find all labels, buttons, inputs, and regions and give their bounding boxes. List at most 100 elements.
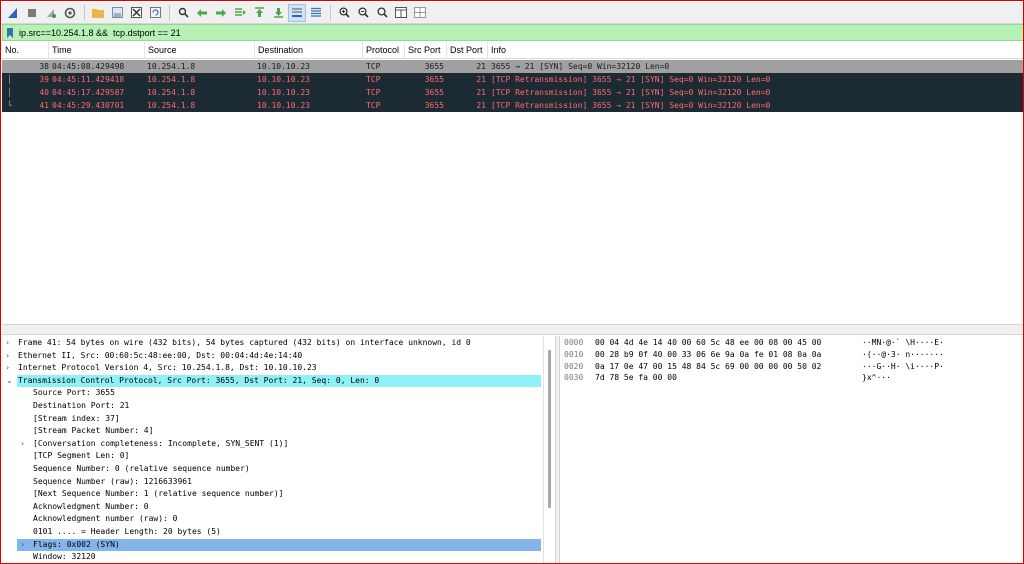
details-scrollbar-thumb[interactable] [548,350,551,508]
packet-row[interactable]: │ 39 04:45:11.429418 10.254.1.8 10.10.10.23 T… [2,73,1023,86]
column-header-destination[interactable]: Destination [255,42,363,59]
detail-tree-item[interactable]: Window: 32120 [2,551,542,563]
column-header-src-port[interactable]: Src Port [405,42,447,59]
detail-tree-item[interactable]: ⌄ Transmission Control Protocol, Src Port… [6,374,541,388]
hex-dump-row[interactable]: 0020 0a 17 0e 47 00 15 48 84 5c 69 00 00 … [560,361,1023,373]
column-header-source[interactable]: Source [145,42,255,59]
shark-fin-icon[interactable] [4,4,22,22]
packet-cell-protocol: TCP [366,101,381,110]
packet-cell-no: 40 [39,88,49,97]
column-header-no[interactable]: No. [2,42,49,59]
details-scrollbar[interactable] [543,336,555,563]
detail-tree-item[interactable]: › Flags: 0x002 (SYN) [17,538,541,552]
collapsed-chevron-icon[interactable]: › [21,539,24,552]
column-header-time[interactable]: Time [49,42,145,59]
detail-tree-item[interactable]: Acknowledgment number (raw): 0 [2,513,542,526]
collapsed-chevron-icon[interactable]: › [6,362,9,375]
packet-row[interactable]: │ 40 04:45:17.429587 10.254.1.8 10.10.10.23 T… [2,86,1023,99]
hex-offset: 0030 [564,373,584,383]
first-packet-icon[interactable] [250,4,268,22]
zoom-in-icon[interactable] [335,4,353,22]
ascii-bytes: ·(··@·3· n······· [862,349,944,359]
detail-tree-item[interactable]: › Frame 41: 54 bytes on wire (432 bits), … [2,337,542,350]
ascii-bytes: }x^··· [862,373,891,383]
close-file-icon[interactable] [127,4,145,22]
related-packet-marker: └ [7,101,12,110]
detail-tree-item[interactable]: › Ethernet II, Src: 00:60:5c:48:ee:00, Ds… [2,350,542,363]
hex-dump-row[interactable]: 0030 7d 78 5e fa 00 00 }x^··· [560,372,1023,384]
back-icon[interactable] [193,4,211,22]
column-header-info[interactable]: Info [488,42,1023,59]
options-icon[interactable] [61,4,79,22]
detail-tree-item[interactable]: Destination Port: 21 [2,400,542,413]
expanded-chevron-icon[interactable]: ⌄ [6,375,13,388]
open-folder-icon[interactable] [89,4,107,22]
wireshark-window: No. Time Source Destination Protocol Src… [0,0,1024,564]
toolbar-separator [84,4,85,21]
restart-icon[interactable] [42,4,60,22]
packet-row[interactable]: ┌ 38 04:45:08.429498 10.254.1.8 10.10.10.23 T… [2,60,1023,73]
detail-tree-item[interactable]: [Stream Packet Number: 4] [2,425,542,438]
colorize-icon[interactable] [307,4,325,22]
related-packet-marker: │ [7,75,12,84]
detail-tree-label: Window: 32120 [33,552,96,562]
packet-cell-destination: 10.10.10.23 [257,62,310,71]
detail-tree-item[interactable]: [TCP Segment Len: 0] [2,450,542,463]
pane-splitter-horizontal[interactable] [2,324,1023,335]
detail-tree-label: Sequence Number (raw): 1216633961 [33,476,192,486]
hex-bytes: 7d 78 5e fa 00 00 [595,373,677,383]
detail-tree-item[interactable]: [Stream index: 37] [2,413,542,426]
collapsed-chevron-icon[interactable]: › [6,337,9,350]
packet-cell-src-port: 3655 [424,88,444,97]
zoom-out-icon[interactable] [354,4,372,22]
bookmark-icon[interactable] [3,26,17,40]
detail-tree-item[interactable]: Source Port: 3655 [2,387,542,400]
resize-columns-icon[interactable] [392,4,410,22]
detail-tree-item[interactable]: › [Conversation completeness: Incomplete,… [2,438,542,451]
detail-tree-item[interactable]: › Internet Protocol Version 4, Src: 10.25… [2,362,542,375]
collapsed-chevron-icon[interactable]: › [6,350,9,363]
goto-icon[interactable] [231,4,249,22]
detail-tree-item[interactable]: [Next Sequence Number: 1 (relative seque… [2,488,542,501]
packet-cell-source: 10.254.1.8 [147,62,196,71]
stop-icon[interactable] [23,4,41,22]
collapsed-chevron-icon[interactable]: › [21,438,24,451]
detail-tree-label: Internet Protocol Version 4, Src: 10.254… [18,363,317,373]
toolbar-separator [330,4,331,21]
reload-icon[interactable] [146,4,164,22]
detail-tree-label: Sequence Number: 0 (relative sequence nu… [33,464,250,473]
detail-tree-label: Frame 41: 54 bytes on wire (432 bits), 5… [18,338,471,347]
expand-icon[interactable] [411,4,429,22]
autoscroll-icon[interactable] [288,3,306,22]
hex-dump-row[interactable]: 0000 00 04 4d 4e 14 40 00 60 5c 48 ee 00 … [560,337,1023,349]
packet-row[interactable]: └ 41 04:45:29.430701 10.254.1.8 10.10.10.23 T… [2,99,1023,112]
detail-tree-item[interactable]: Sequence Number: 0 (relative sequence nu… [2,463,542,476]
main-toolbar [2,2,1023,24]
packet-cell-info: [TCP Retransmission] 3655 → 21 [SYN] Seq… [491,101,771,110]
packet-cell-time: 04:45:11.429418 [52,75,125,84]
last-packet-icon[interactable] [269,4,287,22]
packet-cell-destination: 10.10.10.23 [257,75,310,84]
detail-tree-item[interactable]: Acknowledgment Number: 0 [2,501,542,514]
packet-cell-info: [TCP Retransmission] 3655 → 21 [SYN] Seq… [491,75,771,84]
packet-cell-protocol: TCP [366,75,381,84]
find-icon[interactable] [174,4,192,22]
packet-cell-no: 38 [39,62,49,71]
zoom-normal-icon[interactable] [373,4,391,22]
packet-cell-time: 04:45:29.430701 [52,101,125,110]
detail-tree-item[interactable]: Sequence Number (raw): 1216633961 [2,476,542,489]
packet-cell-source: 10.254.1.8 [147,101,196,110]
packet-cell-protocol: TCP [366,62,381,71]
detail-tree-label: Acknowledgment number (raw): 0 [33,514,178,524]
packet-cell-dst-port: 21 [476,62,486,71]
packet-cell-source: 10.254.1.8 [147,75,196,84]
column-header-dst-port[interactable]: Dst Port [447,42,488,59]
ascii-bytes: ···G··H· \i····P· [862,361,944,371]
display-filter-input[interactable] [17,25,1023,40]
column-header-protocol[interactable]: Protocol [363,42,405,59]
save-icon[interactable] [108,4,126,22]
detail-tree-item[interactable]: 0101 .... = Header Length: 20 bytes (5) [2,526,542,539]
hex-dump-row[interactable]: 0010 00 28 b9 0f 40 00 33 06 6e 9a 0a fe … [560,349,1023,361]
detail-tree-label: Destination Port: 21 [33,401,130,410]
forward-icon[interactable] [212,4,230,22]
